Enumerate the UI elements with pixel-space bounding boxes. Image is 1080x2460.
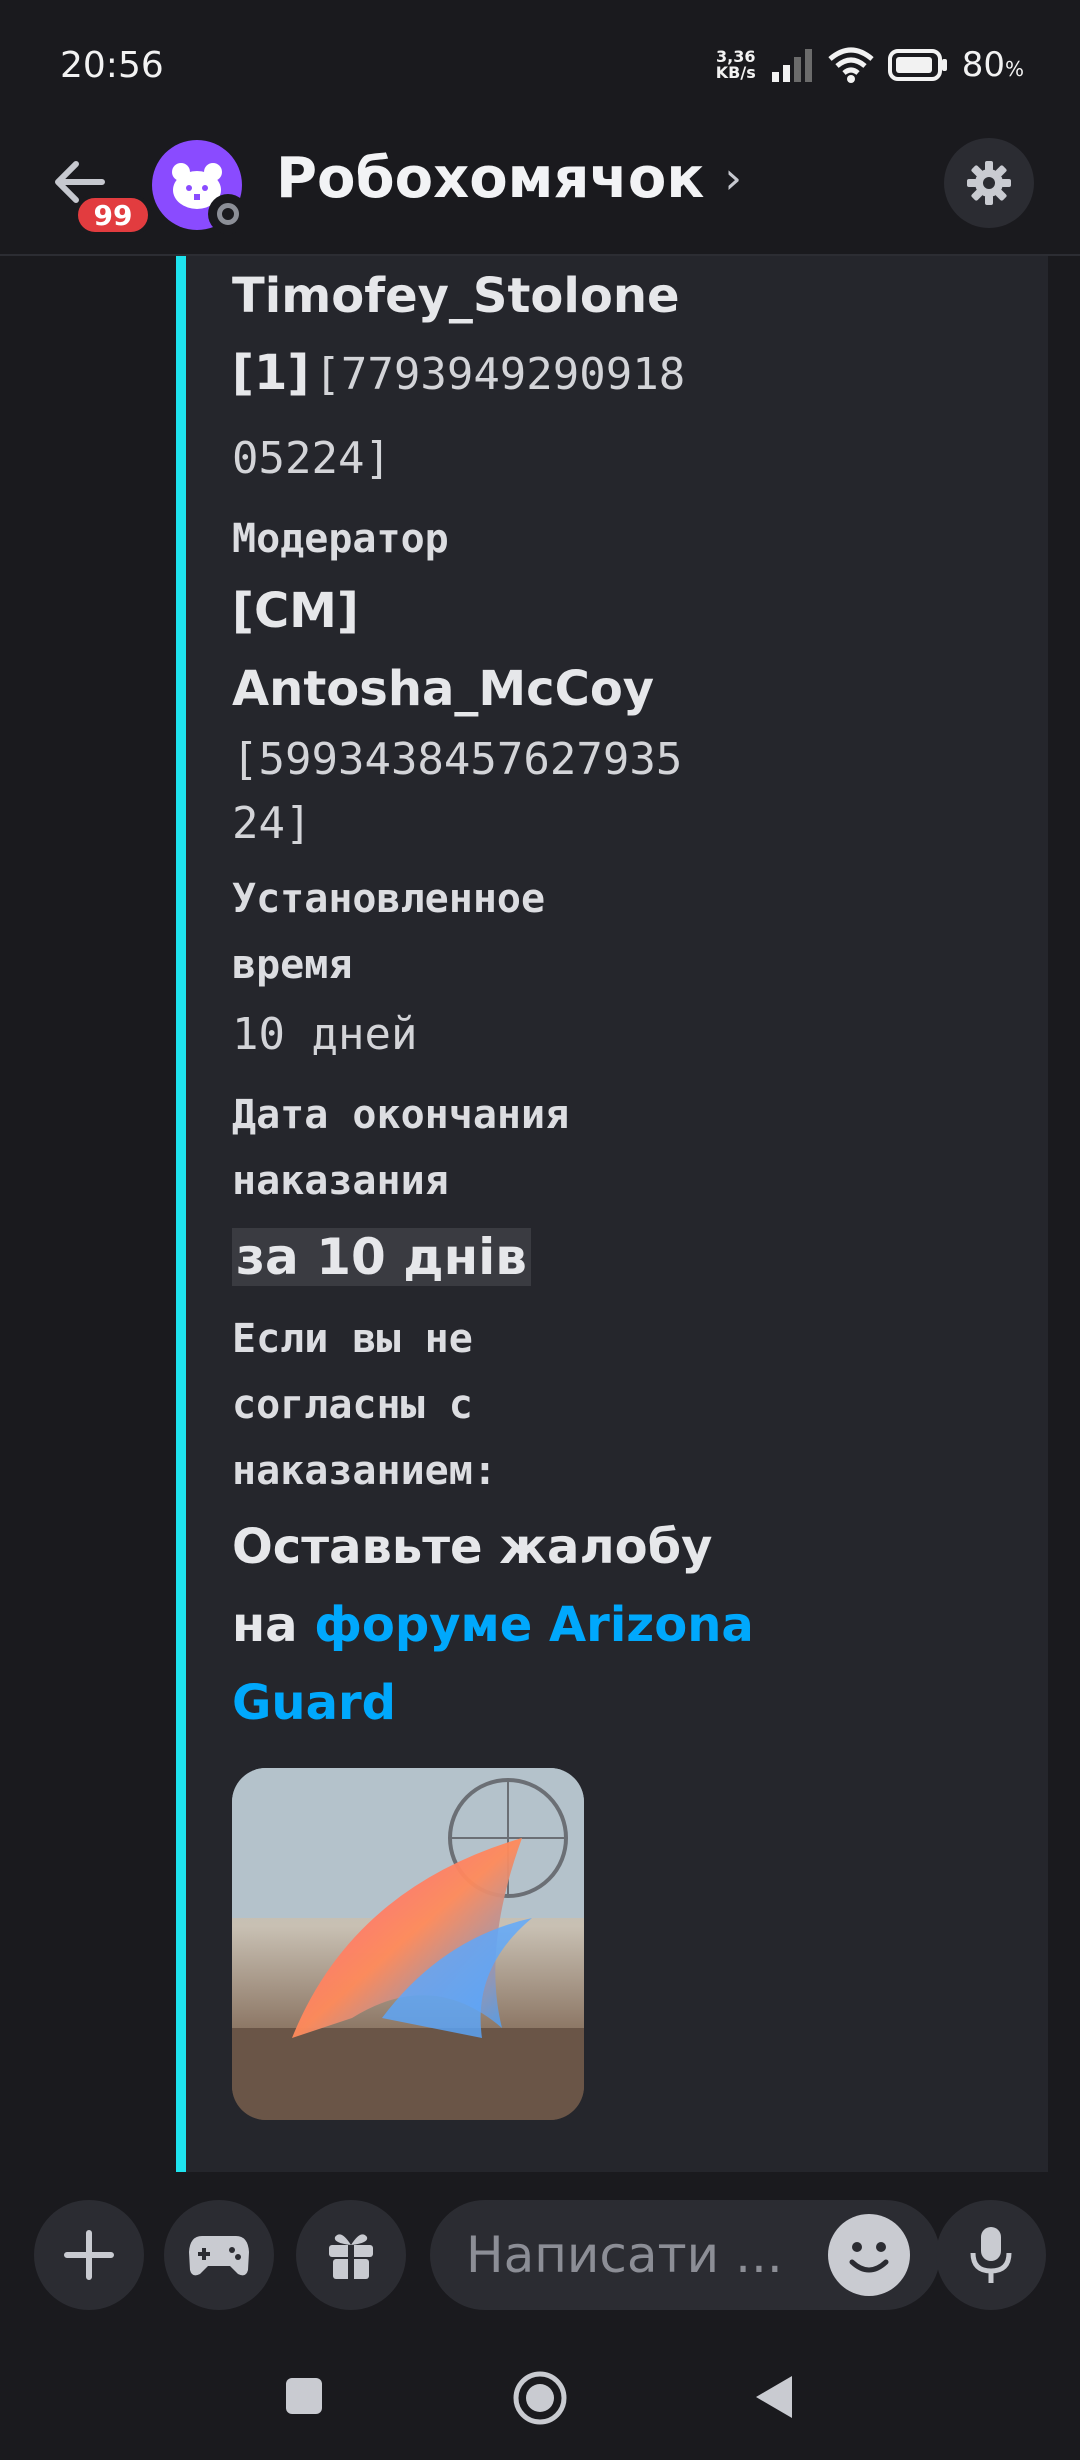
- arizona-logo-image: [232, 1768, 584, 2120]
- status-indicator: [208, 194, 248, 234]
- battery-value: 80: [961, 45, 1005, 85]
- duration-value: 10 дней: [232, 1009, 418, 1060]
- appeal-text-line1: Оставьте жалобу: [232, 1519, 713, 1575]
- unread-badge: 99: [74, 194, 152, 236]
- status-time: 20:56: [60, 44, 164, 86]
- moderator-id-part1: [5993438457627935: [232, 734, 683, 785]
- battery-percent: 80%: [962, 45, 1024, 85]
- voice-message-button[interactable]: [936, 2200, 1046, 2310]
- battery-unit: %: [1004, 57, 1024, 81]
- moderator-field: Модератор [CM] Antosha_McCoy [5993438457…: [232, 506, 1014, 856]
- gear-icon: [967, 161, 1011, 205]
- moderator-tag: [CM]: [232, 583, 359, 639]
- recents-button[interactable]: [284, 2376, 324, 2416]
- gamepad-icon: [189, 2236, 249, 2276]
- gift-button[interactable]: [296, 2200, 406, 2310]
- appeal-field: Если вы не согласны с наказанием: Оставь…: [232, 1306, 1014, 1742]
- screen: 20:56 3,36 KB/s 80% 99 Робохомячок › Tim…: [0, 0, 1080, 2460]
- violator-name: Timofey_Stolone: [232, 268, 680, 324]
- activities-button[interactable]: [164, 2200, 274, 2310]
- moderator-name: Antosha_McCoy: [232, 661, 655, 717]
- channel-header: 99 Робохомячок ›: [0, 130, 1080, 256]
- gift-icon: [329, 2234, 373, 2279]
- add-button[interactable]: [34, 2200, 144, 2310]
- plus-icon: [64, 2230, 114, 2280]
- duration-label-line2: время: [232, 942, 353, 988]
- moderator-id-part2: 24]: [232, 798, 312, 849]
- emoji-button[interactable]: [828, 2214, 910, 2296]
- nav-back-button[interactable]: [752, 2374, 796, 2420]
- violator-id-part2: 05224]: [232, 433, 391, 484]
- moderator-label: Модератор: [232, 516, 449, 562]
- network-speed-unit: KB/s: [715, 63, 756, 82]
- wifi-icon: [828, 47, 874, 83]
- end-date-field: Дата окончания наказания за 10 днів: [232, 1082, 1014, 1296]
- violator-tag: [1]: [232, 345, 310, 401]
- violator-field: Timofey_Stolone [1] [7793949290918 05224…: [232, 258, 1014, 496]
- duration-field: Установленное время 10 дней: [232, 866, 1014, 1072]
- system-nav-bar: [0, 2332, 1080, 2460]
- appeal-label-line2: согласны с: [232, 1382, 473, 1428]
- appeal-label-line3: наказанием:: [232, 1448, 497, 1494]
- embed-thumbnail[interactable]: [232, 1768, 584, 2120]
- status-bar: 20:56 3,36 KB/s 80%: [0, 0, 1080, 130]
- square-icon: [286, 2378, 322, 2414]
- signal-icon: [771, 49, 812, 82]
- forum-link-continued[interactable]: Guard: [232, 1664, 1014, 1742]
- network-speed: 3,36 KB/s: [716, 49, 756, 81]
- forum-link[interactable]: форуме Arizona: [314, 1597, 754, 1653]
- settings-button[interactable]: [944, 138, 1034, 228]
- end-label-line2: наказания: [232, 1158, 449, 1204]
- home-button[interactable]: [512, 2370, 568, 2426]
- end-label-line1: Дата окончания: [232, 1092, 570, 1138]
- microphone-icon: [970, 2227, 1012, 2283]
- appeal-text-prefix: на: [232, 1597, 315, 1653]
- message-placeholder: Написати ...: [466, 2226, 783, 2284]
- circle-icon: [513, 2371, 567, 2425]
- message-embed: Timofey_Stolone [1] [7793949290918 05224…: [176, 256, 1048, 2172]
- violator-id-part1: [7793949290918: [314, 349, 686, 400]
- end-value: за 10 днів: [232, 1228, 531, 1286]
- duration-label-line1: Установленное: [232, 876, 546, 922]
- smile-icon: [849, 2242, 889, 2273]
- channel-name: Робохомячок: [276, 146, 705, 211]
- composer-bar: Написати ...: [0, 2172, 1080, 2332]
- channel-title[interactable]: Робохомячок ›: [276, 146, 742, 211]
- battery-icon: [887, 49, 947, 81]
- end-value-row: за 10 днів: [232, 1218, 1014, 1296]
- appeal-text-line2: на форуме Arizona: [232, 1586, 1014, 1664]
- chevron-right-icon: ›: [724, 153, 742, 204]
- triangle-icon: [756, 2376, 792, 2418]
- violator-id-row: [1] [7793949290918: [232, 334, 1014, 422]
- status-icons: 3,36 KB/s 80%: [716, 45, 1024, 85]
- appeal-label-line1: Если вы не: [232, 1316, 473, 1362]
